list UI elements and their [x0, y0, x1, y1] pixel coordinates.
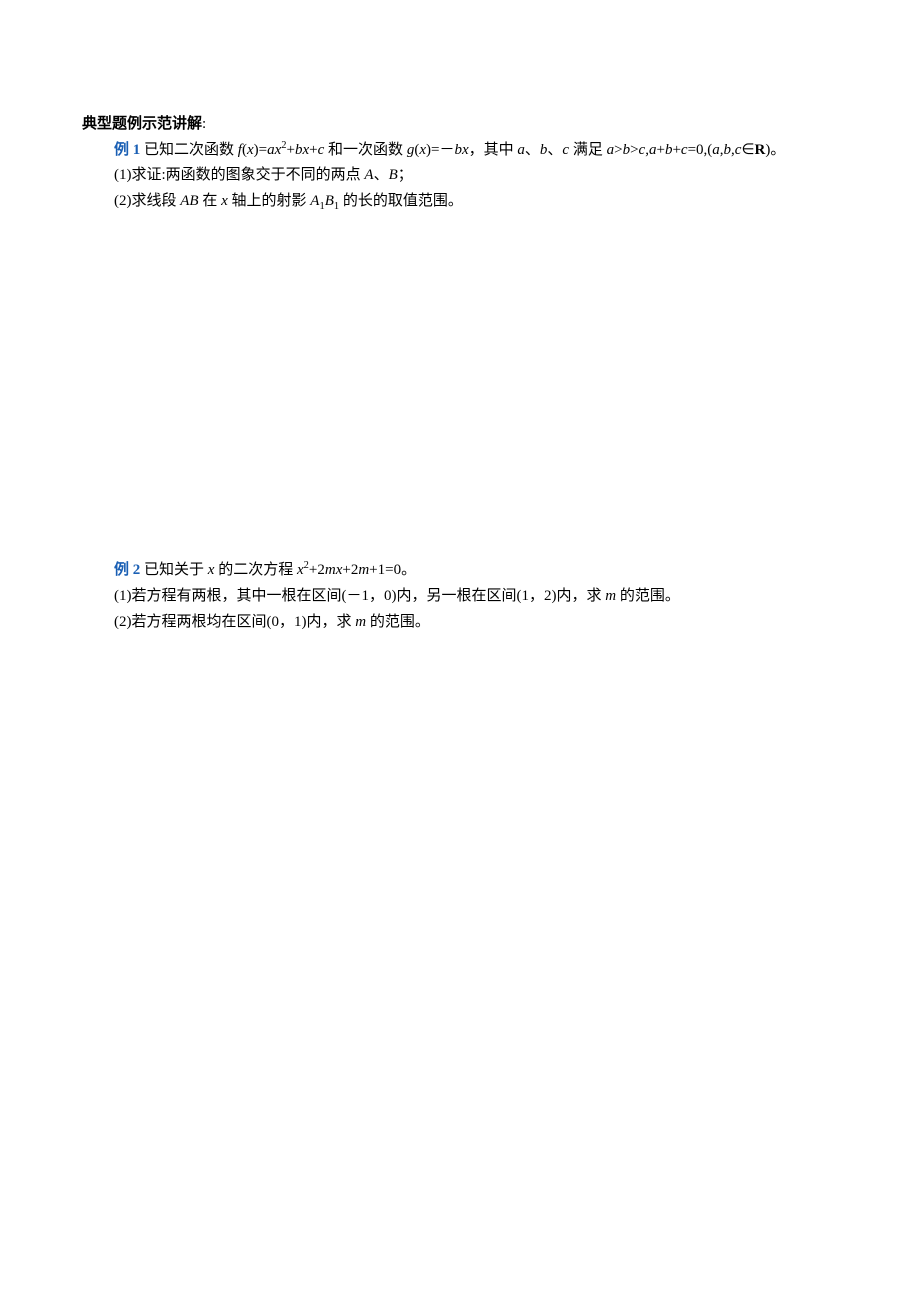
text-2: 和一次函数	[324, 142, 407, 158]
plus-2b: +2	[342, 563, 358, 579]
rparen-eq: )=	[254, 142, 267, 158]
section-title: 典型题例示范讲解:	[82, 112, 860, 138]
in-symbol: ∈	[741, 142, 754, 158]
example-2-part-2: (2)若方程两根均在区间(0，1)内，求 m 的范围。	[114, 610, 860, 636]
text-2: 的范围	[616, 588, 665, 604]
plus-2: +	[309, 142, 317, 158]
var-m: m	[605, 588, 616, 604]
spacer	[82, 214, 860, 558]
var-ax: ax	[267, 142, 281, 158]
var-x-2: x	[419, 142, 426, 158]
text: (2)若方程两根均在区间(0，1)内，求	[114, 614, 355, 630]
text-2: 的范围	[366, 614, 415, 630]
text-4: 的长的取值范围	[339, 193, 448, 209]
var-b-4: b	[724, 142, 732, 158]
point-A: A	[364, 167, 373, 183]
text: (1)求证:两函数的图象交于不同的两点	[114, 167, 364, 183]
text-2: 的二次方程	[214, 563, 297, 579]
text: 已知关于	[144, 563, 208, 579]
gt-1: >	[614, 142, 622, 158]
text-2: 在	[199, 193, 222, 209]
var-mx: mx	[325, 563, 343, 579]
var-x: x	[247, 142, 254, 158]
gt-2: >	[630, 142, 638, 158]
example-2-part-1: (1)若方程有两根，其中一根在区间(－1，0)内，另一根在区间(1，2)内，求 …	[114, 584, 860, 610]
text-4: 满足	[569, 142, 607, 158]
set-R: R	[755, 142, 766, 158]
rparen-eq-neg: )=－	[426, 142, 454, 158]
period-icon: 。	[401, 562, 416, 578]
sep-1: 、	[525, 142, 540, 158]
problem-section: 典型题例示范讲解: 例 1 已知二次函数 f(x)=ax2+bx+c 和一次函数…	[82, 112, 860, 635]
semicolon: ；	[398, 167, 413, 183]
text: (2)求线段	[114, 193, 180, 209]
segment-AB: AB	[180, 193, 198, 209]
example-2: 例 2 已知关于 x 的二次方程 x2+2mx+2m+1=0。	[114, 558, 860, 584]
var-c-4: c	[681, 142, 688, 158]
point-B: B	[389, 167, 398, 183]
var-a-4: a	[712, 142, 720, 158]
text: 已知二次函数	[144, 142, 238, 158]
plus-4: +	[672, 142, 680, 158]
example-label: 例 2	[114, 563, 144, 579]
var-x-2: x	[297, 563, 304, 579]
period-icon: 。	[415, 614, 430, 630]
plus-1-eq-0: +1=0	[369, 563, 401, 579]
text-3: ，其中	[469, 142, 518, 158]
var-bx-2: bx	[454, 142, 468, 158]
eq-zero-lparen: =0,(	[688, 142, 713, 158]
var-b-2: b	[623, 142, 631, 158]
var-bx: bx	[295, 142, 309, 158]
example-label: 例 1	[114, 142, 144, 158]
period-icon: 。	[448, 193, 463, 209]
plus-3: +	[656, 142, 664, 158]
var-m: m	[358, 563, 369, 579]
plus-2: +2	[309, 563, 325, 579]
sep-2: 、	[547, 142, 562, 158]
period-icon: 。	[770, 142, 785, 158]
colon-icon: :	[202, 116, 206, 132]
period-icon: 。	[665, 588, 680, 604]
point-B1-b: B	[325, 193, 334, 209]
sep: 、	[374, 167, 389, 183]
text: (1)若方程有两根，其中一根在区间(－1，0)内，另一根在区间(1，2)内，求	[114, 588, 605, 604]
var-x: x	[221, 193, 228, 209]
example-1-part-1: (1)求证:两函数的图象交于不同的两点 A、B；	[114, 163, 860, 189]
var-m: m	[355, 614, 366, 630]
var-a: a	[517, 142, 525, 158]
var-a-2: a	[607, 142, 615, 158]
example-1-part-2: (2)求线段 AB 在 x 轴上的射影 A1B1 的长的取值范围。	[114, 189, 860, 215]
plus: +	[287, 142, 295, 158]
text-3: 轴上的射影	[228, 193, 311, 209]
example-1: 例 1 已知二次函数 f(x)=ax2+bx+c 和一次函数 g(x)=－bx，…	[114, 138, 860, 164]
section-title-text: 典型题例示范讲解	[82, 116, 202, 132]
